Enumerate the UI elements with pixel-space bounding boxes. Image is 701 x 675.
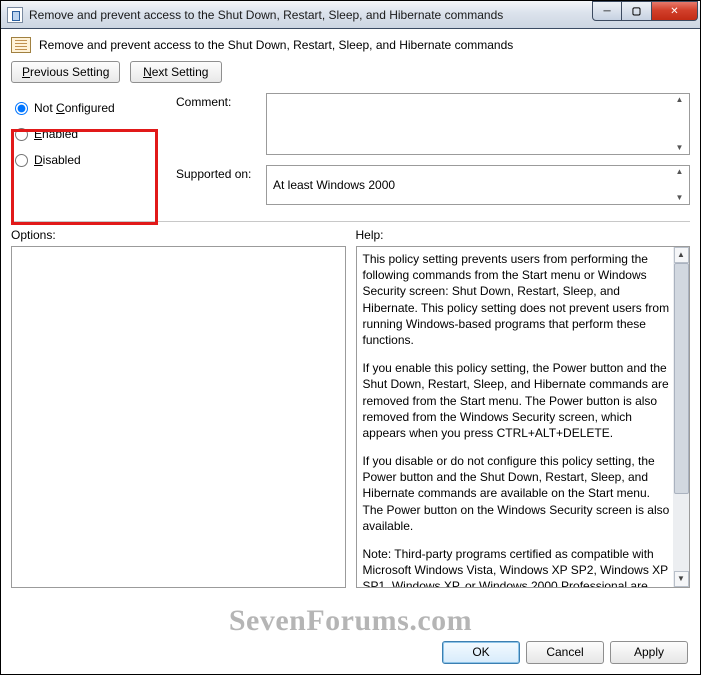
radio-enabled-input[interactable] xyxy=(15,128,28,141)
divider xyxy=(11,221,690,222)
radio-enabled-label: Enabled xyxy=(34,127,78,141)
titlebar: Remove and prevent access to the Shut Do… xyxy=(1,1,700,29)
scroll-up-icon[interactable]: ▲ xyxy=(674,247,689,263)
minimize-button[interactable]: ─ xyxy=(592,1,622,21)
dialog-buttons: OK Cancel Apply xyxy=(442,641,688,664)
help-text-2: If you enable this policy setting, the P… xyxy=(363,360,672,441)
client-area: Remove and prevent access to the Shut Do… xyxy=(1,29,700,674)
help-text-4: Note: Third-party programs certified as … xyxy=(363,546,672,588)
fields-column: Comment: ▲▼ Supported on: At least Windo… xyxy=(176,93,690,215)
scroll-track[interactable] xyxy=(674,263,689,571)
options-label: Options: xyxy=(11,228,346,242)
help-panel: This policy setting prevents users from … xyxy=(356,246,691,588)
help-column: Help: This policy setting prevents users… xyxy=(356,228,691,588)
radio-column: Not Configured Enabled Disabled xyxy=(11,93,176,215)
options-panel xyxy=(11,246,346,588)
help-text-3: If you disable or do not configure this … xyxy=(363,453,672,534)
policy-icon xyxy=(7,7,23,23)
next-setting-button[interactable]: Next Setting xyxy=(130,61,222,83)
options-column: Options: xyxy=(11,228,346,588)
comment-scroll[interactable]: ▲▼ xyxy=(672,96,687,152)
close-button[interactable]: ✕ xyxy=(652,1,698,21)
previous-setting-button[interactable]: Previous Setting xyxy=(11,61,120,83)
heading-row: Remove and prevent access to the Shut Do… xyxy=(11,37,690,53)
supported-scroll[interactable]: ▲▼ xyxy=(672,168,687,202)
comment-label: Comment: xyxy=(176,93,266,109)
watermark: SevenForums.com xyxy=(1,604,700,638)
help-text-1: This policy setting prevents users from … xyxy=(363,251,672,348)
comment-textbox[interactable]: ▲▼ xyxy=(266,93,690,155)
radio-disabled[interactable]: Disabled xyxy=(11,147,176,173)
comment-row: Comment: ▲▼ xyxy=(176,93,690,155)
apply-button[interactable]: Apply xyxy=(610,641,688,664)
radio-disabled-label: Disabled xyxy=(34,153,81,167)
scroll-thumb[interactable] xyxy=(674,263,689,494)
supported-row: Supported on: At least Windows 2000 ▲▼ xyxy=(176,165,690,205)
radio-not-configured-input[interactable] xyxy=(15,102,28,115)
radio-not-configured[interactable]: Not Configured xyxy=(11,95,176,121)
scroll-down-icon[interactable]: ▼ xyxy=(674,571,689,587)
ok-button[interactable]: OK xyxy=(442,641,520,664)
help-label: Help: xyxy=(356,228,691,242)
config-row: Not Configured Enabled Disabled Comment:… xyxy=(11,93,690,215)
policy-heading-icon xyxy=(11,37,31,53)
heading-text: Remove and prevent access to the Shut Do… xyxy=(39,38,513,52)
window-title: Remove and prevent access to the Shut Do… xyxy=(29,8,503,22)
radio-not-configured-label: Not Configured xyxy=(34,101,115,115)
supported-label: Supported on: xyxy=(176,165,266,181)
supported-textbox: At least Windows 2000 ▲▼ xyxy=(266,165,690,205)
lower-section: Options: Help: This policy setting preve… xyxy=(11,228,690,588)
radio-enabled[interactable]: Enabled xyxy=(11,121,176,147)
maximize-button[interactable]: ▢ xyxy=(622,1,652,21)
help-scrollbar[interactable]: ▲ ▼ xyxy=(673,247,689,587)
nav-buttons: Previous Setting Next Setting xyxy=(11,61,690,83)
window-controls: ─ ▢ ✕ xyxy=(592,1,698,21)
cancel-button[interactable]: Cancel xyxy=(526,641,604,664)
radio-disabled-input[interactable] xyxy=(15,154,28,167)
supported-value: At least Windows 2000 xyxy=(273,178,395,192)
